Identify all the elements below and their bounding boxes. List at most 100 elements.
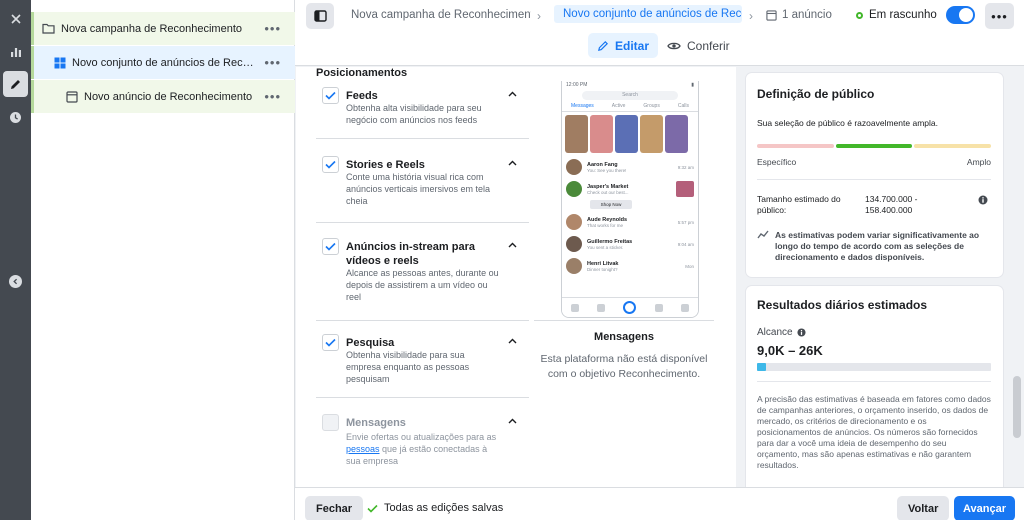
reach-label-row: Alcance bbox=[757, 327, 806, 338]
placement-feeds-checkbox[interactable] bbox=[322, 87, 339, 104]
placement-search-checkbox[interactable] bbox=[322, 334, 339, 351]
grid-icon bbox=[54, 57, 66, 68]
story-thumb bbox=[665, 115, 688, 153]
checkmark-icon bbox=[325, 338, 336, 347]
phone-tab: Groups bbox=[643, 103, 660, 109]
audience-breadth-meter bbox=[757, 144, 992, 148]
breadcrumb-ad[interactable]: 1 anúncio bbox=[766, 9, 832, 21]
phone-thread: Guillermo Freitas You sent a sticker. 9:0… bbox=[562, 233, 698, 255]
publish-toggle[interactable] bbox=[946, 6, 975, 24]
saved-status-label: Todas as edições salvas bbox=[384, 502, 504, 514]
phone-stories bbox=[562, 112, 698, 156]
tree-campaign-label: Nova campanha de Reconhecimento bbox=[61, 22, 243, 35]
phone-tabs: Messages Active Groups Calls bbox=[562, 103, 698, 112]
chevron-up-icon[interactable] bbox=[508, 91, 517, 97]
preview-title: Mensagens bbox=[594, 331, 654, 343]
placement-messages-desc-pre: Envie ofertas ou atualizações para as bbox=[346, 432, 497, 442]
checkmark-icon bbox=[325, 242, 336, 251]
shop-now-button: Shop Now bbox=[590, 200, 632, 209]
placement-stories-reels-name: Stories e Reels bbox=[346, 159, 425, 171]
chevron-up-icon[interactable] bbox=[508, 160, 517, 166]
breadcrumb-campaign[interactable]: Nova campanha de Reconhecimento bbox=[346, 9, 531, 21]
placement-messages-name: Mensagens bbox=[346, 417, 406, 429]
games-icon bbox=[654, 303, 663, 312]
tree-campaign-more-button[interactable]: ••• bbox=[264, 21, 281, 36]
tree-ad-label: Novo anúncio de Reconhecimento bbox=[84, 90, 253, 103]
chevron-up-icon[interactable] bbox=[508, 338, 517, 344]
checkmark-icon bbox=[325, 160, 336, 169]
placement-messages-desc: Envie ofertas ou atualizações para as pe… bbox=[346, 431, 502, 467]
camera-icon bbox=[623, 301, 637, 314]
placement-feeds-desc: Obtenha alta visibilidade para seu negóc… bbox=[346, 103, 482, 125]
toggle-sidebar-button[interactable] bbox=[306, 3, 334, 29]
chevron-up-icon[interactable] bbox=[508, 242, 517, 248]
ad-page-icon bbox=[66, 90, 78, 103]
edit-mode-button[interactable]: Editar bbox=[588, 33, 659, 58]
tree-item-adset[interactable]: Novo conjunto de anúncios de Reconhecime… bbox=[31, 46, 295, 79]
results-title: Resultados diários estimados bbox=[757, 298, 928, 312]
tree-adset-more-button[interactable]: ••• bbox=[264, 55, 281, 70]
top-bar: Nova campanha de Reconhecimento › Novo c… bbox=[295, 0, 1024, 66]
phone-bottom-nav bbox=[562, 297, 698, 317]
reach-bar-fill bbox=[757, 363, 767, 371]
bar-chart-icon[interactable] bbox=[3, 39, 28, 65]
meter-segment-mid bbox=[835, 144, 913, 148]
audience-summary: Sua seleção de público é razoavelmente a… bbox=[757, 118, 938, 128]
pencil-icon[interactable] bbox=[3, 71, 28, 97]
story-thumb bbox=[615, 115, 638, 153]
more-options-button[interactable]: ••• bbox=[985, 3, 1014, 29]
tree-adset-label: Novo conjunto de anúncios de Reconhecime… bbox=[72, 56, 255, 69]
placement-messages-checkbox bbox=[322, 414, 339, 431]
home-icon bbox=[571, 303, 580, 312]
thread-msg: You: See you there! bbox=[587, 167, 627, 173]
audience-size-label: Tamanho estimado do público: bbox=[757, 194, 841, 215]
chevron-up-icon[interactable] bbox=[508, 418, 517, 424]
audience-size-value: 134.700.000 - 158.400.000 bbox=[865, 194, 918, 215]
pane-scrollbar[interactable] bbox=[1013, 376, 1021, 438]
info-icon[interactable] bbox=[797, 328, 806, 337]
breadcrumb-chevron-icon: › bbox=[749, 9, 753, 23]
placement-stories-reels[interactable]: Stories e Reels Conte uma história visua… bbox=[316, 156, 529, 223]
draft-status: Em rascunho bbox=[856, 9, 937, 21]
reach-bar bbox=[757, 363, 991, 371]
avatar bbox=[566, 214, 582, 230]
clock-icon[interactable] bbox=[3, 104, 28, 130]
review-mode-button[interactable]: Conferir bbox=[665, 33, 732, 58]
tree-ad-more-button[interactable]: ••• bbox=[264, 89, 281, 104]
placement-search-name: Pesquisa bbox=[346, 337, 395, 349]
collapse-chevron-icon[interactable] bbox=[9, 275, 22, 288]
reach-value: 9,0K – 26K bbox=[757, 343, 823, 358]
info-icon[interactable] bbox=[978, 195, 988, 205]
breadcrumb-chevron-icon: › bbox=[537, 9, 541, 23]
placement-feeds[interactable]: Feeds Obtenha alta visibilidade para seu… bbox=[316, 87, 529, 139]
daily-results-card: Resultados diários estimados Alcance 9,0… bbox=[746, 286, 1003, 487]
close-icon[interactable] bbox=[3, 6, 28, 32]
tree-item-campaign[interactable]: Nova campanha de Reconhecimento ••• bbox=[31, 12, 295, 45]
close-button[interactable]: Fechar bbox=[305, 496, 364, 520]
placement-stories-reels-desc: Conte uma história visual rica com anúnc… bbox=[346, 172, 491, 206]
results-divider bbox=[757, 381, 991, 382]
placement-instream-video-name: Anúncios in-stream para vídeos e reels bbox=[346, 241, 475, 267]
back-button[interactable]: Voltar bbox=[897, 496, 950, 520]
review-mode-label: Conferir bbox=[687, 38, 730, 53]
breadcrumb-adset-label: Novo conjunto de anúncios de Reconhecime… bbox=[563, 8, 742, 20]
people-link[interactable]: pessoas bbox=[346, 444, 380, 454]
phone-thread: Aude Reynolds That works for me 5:57 pm bbox=[562, 211, 698, 233]
next-button[interactable]: Avançar bbox=[954, 496, 1015, 520]
thread-time: 5:57 pm bbox=[677, 219, 694, 225]
battery-icon: ▮ bbox=[691, 82, 694, 88]
audience-title: Definição de público bbox=[757, 87, 875, 101]
tree-item-ad[interactable]: Novo anúncio de Reconhecimento ••• bbox=[31, 80, 295, 113]
draft-status-label: Em rascunho bbox=[869, 9, 937, 21]
placement-instream-video-checkbox[interactable] bbox=[322, 238, 339, 255]
sidebar-panel-icon bbox=[313, 10, 327, 22]
placement-search[interactable]: Pesquisa Obtenha visibilidade para sua e… bbox=[316, 334, 529, 398]
thread-msg: You sent a sticker. bbox=[587, 244, 624, 250]
placements-title: Posicionamentos bbox=[316, 67, 408, 79]
placement-instream-video[interactable]: Anúncios in-stream para vídeos e reels A… bbox=[316, 238, 529, 321]
thread-time: 9:32 am bbox=[677, 164, 694, 170]
placement-stories-reels-checkbox[interactable] bbox=[322, 156, 339, 173]
breadcrumb-adset[interactable]: Novo conjunto de anúncios de Reconhecime… bbox=[554, 5, 742, 23]
story-thumb bbox=[640, 115, 663, 153]
checkmark-icon bbox=[325, 91, 336, 100]
